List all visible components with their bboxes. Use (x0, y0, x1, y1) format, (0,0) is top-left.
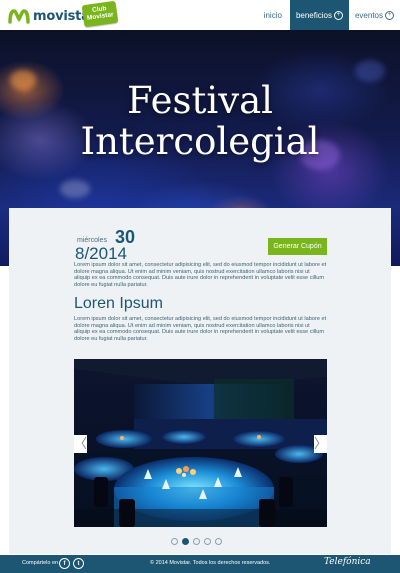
hero-bokeh-light (60, 180, 90, 198)
carousel-next-arrow[interactable]: 〉 (314, 435, 327, 453)
hero-title: Festival Intercolegial (80, 79, 320, 163)
nav-item-eventos[interactable]: eventos + (349, 0, 400, 30)
facebook-icon[interactable]: f (59, 558, 70, 569)
carousel-prev-arrow[interactable]: 〈 (74, 435, 87, 453)
nav-item-label: beneficios (295, 10, 332, 20)
carousel-pagination (171, 538, 222, 545)
hero-bokeh-light (355, 60, 385, 82)
site-footer: Compártelo en f t © 2014 Movistar. Todos… (0, 555, 400, 573)
carousel-dot[interactable] (193, 538, 200, 545)
event-card: miércoles 30 8/2014 Generar Cupón Lorem … (9, 208, 391, 554)
nav-item-label: eventos (354, 10, 383, 20)
nav-item-inicio[interactable]: inicio (258, 0, 290, 30)
event-photo (74, 359, 327, 527)
carousel-dot[interactable] (171, 538, 178, 545)
telefonica-logo[interactable]: Telefónica (324, 557, 371, 567)
plus-circle-icon: + (333, 10, 343, 20)
nav-item-beneficios[interactable]: beneficios + (289, 0, 349, 30)
plus-circle-icon: + (385, 10, 394, 20)
carousel-dot[interactable] (215, 538, 222, 545)
event-description: Lorem ipsum dolor sit amet, consectetur … (74, 262, 327, 288)
copyright-text: © 2014 Movistar. Todos los derechos rese… (150, 560, 271, 566)
nav-item-label: inicio (263, 10, 282, 20)
event-photo-carousel[interactable]: 〈 〉 (74, 359, 327, 527)
event-month-year: 8/2014 (75, 244, 127, 263)
share-label: Compártelo en (22, 560, 59, 566)
twitter-icon[interactable]: t (73, 558, 84, 569)
club-movistar-badge[interactable]: Club Movistar (81, 0, 119, 28)
site-header: movistar Club Movistar inicio beneficios… (0, 0, 400, 30)
main-nav: inicio beneficios + eventos + (258, 0, 400, 30)
carousel-dot[interactable] (182, 538, 189, 545)
event-weekday: miércoles (77, 237, 107, 244)
section-description: Lorem ipsum dolor sit amet, consectetur … (74, 316, 327, 342)
carousel-dot[interactable] (204, 538, 211, 545)
section-heading: Loren Ipsum (74, 295, 163, 312)
movistar-m-icon (8, 9, 30, 24)
generate-coupon-button[interactable]: Generar Cupón (268, 238, 327, 255)
